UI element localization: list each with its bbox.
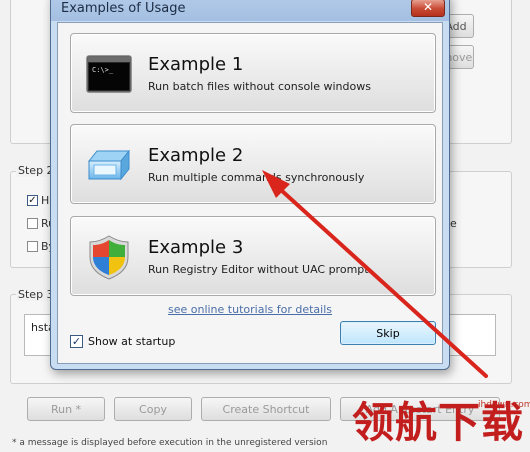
- dialog-titlebar[interactable]: Examples of Usage ✕: [51, 0, 449, 21]
- example-2-title: Example 2: [148, 145, 244, 166]
- dialog-title: Examples of Usage: [61, 1, 186, 16]
- create-shortcut-label: Create Shortcut: [222, 402, 310, 416]
- dialog-client-area: C:\>_ Example 1 Run batch files without …: [57, 22, 443, 364]
- example-1-title: Example 1: [148, 54, 244, 75]
- online-tutorials-link[interactable]: see online tutorials for details: [58, 303, 442, 316]
- close-button[interactable]: ✕: [411, 0, 445, 17]
- run-button-label: Run *: [50, 402, 82, 416]
- copy-button[interactable]: Copy: [114, 397, 192, 421]
- step2-option-1-checkbox[interactable]: ✓: [27, 195, 38, 206]
- show-at-startup-label: Show at startup: [88, 335, 176, 348]
- example-3-button[interactable]: Example 3 Run Registry Editor without UA…: [70, 216, 436, 296]
- example-2-button[interactable]: Example 2 Run multiple commands synchron…: [70, 124, 436, 204]
- multi-window-icon: [87, 149, 131, 181]
- unregistered-footnote: * a message is displayed before executio…: [12, 438, 328, 448]
- example-3-title: Example 3: [148, 237, 244, 258]
- checkmark-icon: ✓: [71, 335, 82, 348]
- create-shortcut-button[interactable]: Create Shortcut: [201, 397, 331, 421]
- step2-option-3-checkbox[interactable]: [27, 241, 38, 252]
- close-icon: ✕: [422, 0, 434, 14]
- skip-button[interactable]: Skip: [340, 321, 436, 345]
- example-1-button[interactable]: C:\>_ Example 1 Run batch files without …: [70, 33, 436, 113]
- run-button[interactable]: Run *: [27, 397, 105, 421]
- step2-option-2-checkbox[interactable]: [27, 218, 38, 229]
- example-2-subtitle: Run multiple commands synchronously: [148, 171, 365, 184]
- show-at-startup-checkbox[interactable]: ✓: [70, 335, 83, 348]
- example-3-subtitle: Run Registry Editor without UAC prompt: [148, 263, 369, 276]
- example-1-subtitle: Run batch files without console windows: [148, 80, 371, 93]
- copy-button-label: Copy: [139, 402, 167, 416]
- svg-text:C:\>_: C:\>_: [92, 66, 114, 74]
- skip-button-label: Skip: [376, 326, 400, 340]
- watermark-logo: 领航下载: [352, 398, 525, 447]
- uac-shield-icon: [89, 235, 129, 280]
- step2-trailing-text: e: [450, 217, 457, 230]
- examples-dialog: Examples of Usage ✕ C:\>_ Example 1 Run …: [50, 0, 450, 370]
- console-icon: C:\>_: [86, 55, 132, 93]
